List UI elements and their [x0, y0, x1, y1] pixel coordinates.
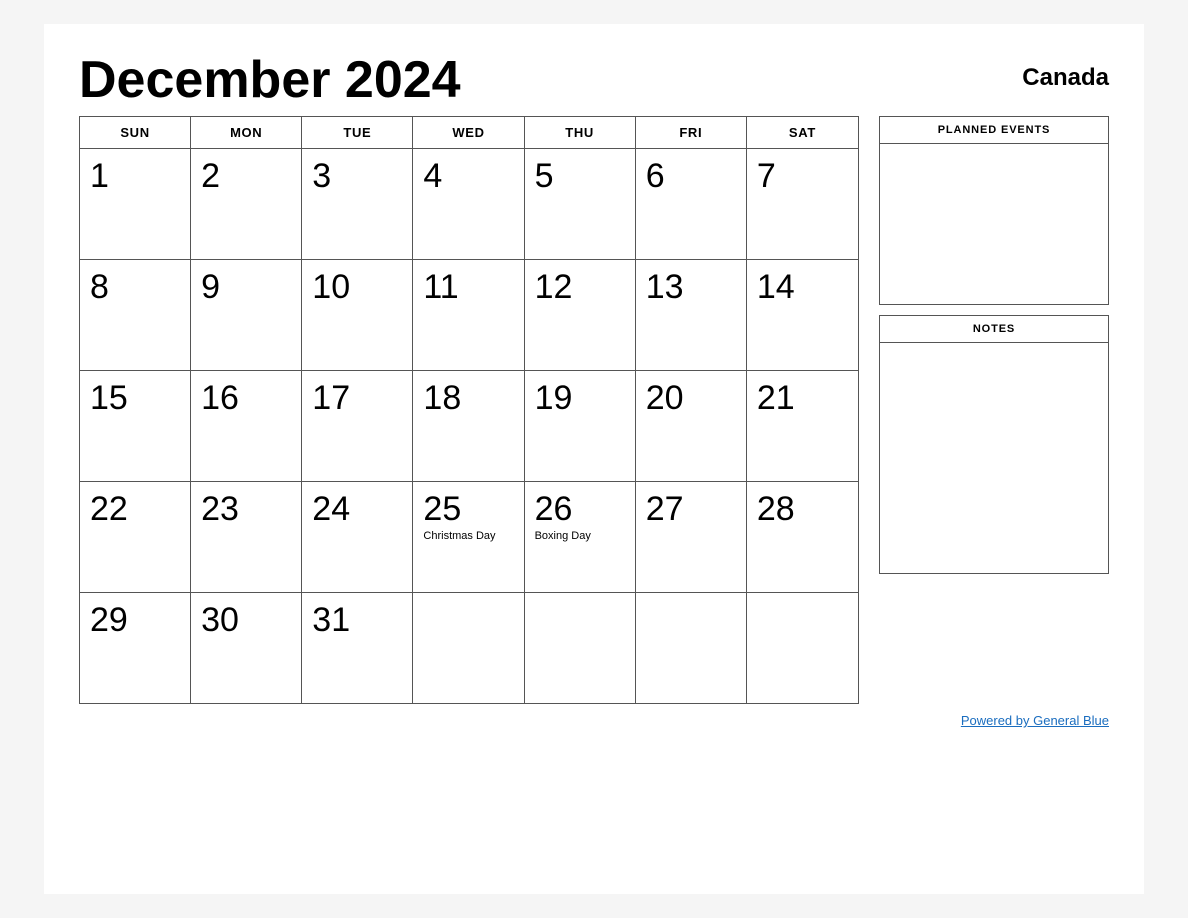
main-layout: SUNMONTUEWEDTHUFRISAT 123456789101112131…	[79, 116, 1109, 704]
day-number: 23	[201, 492, 293, 526]
day-number: 20	[646, 381, 738, 415]
day-cell: 4	[413, 149, 524, 259]
footer: Powered by General Blue	[79, 712, 1109, 730]
day-cell: 10	[302, 260, 413, 370]
day-cell: 18	[413, 371, 524, 481]
day-number: 18	[423, 381, 515, 415]
day-number: 12	[535, 270, 627, 304]
day-number: 26	[535, 492, 627, 526]
week-row-1: 1234567	[80, 149, 858, 260]
day-cell: 17	[302, 371, 413, 481]
day-header-tue: TUE	[302, 117, 413, 148]
day-cell: 23	[191, 482, 302, 592]
day-cell: 8	[80, 260, 191, 370]
day-cell: 26 Boxing Day	[525, 482, 636, 592]
month-title: December 2024	[79, 54, 461, 106]
day-number: 11	[423, 270, 515, 304]
day-cell: 19	[525, 371, 636, 481]
day-cell: 30	[191, 593, 302, 703]
day-header-wed: WED	[413, 117, 524, 148]
holiday-label: Christmas Day	[423, 530, 515, 542]
day-number: 31	[312, 603, 404, 637]
day-cell: 3	[302, 149, 413, 259]
day-header-fri: FRI	[636, 117, 747, 148]
day-number: 10	[312, 270, 404, 304]
day-cell	[747, 593, 858, 703]
day-cell: 28	[747, 482, 858, 592]
sidebar: PLANNED EVENTS NOTES	[879, 116, 1109, 704]
day-number: 5	[535, 159, 627, 193]
day-cell	[413, 593, 524, 703]
day-cell: 11	[413, 260, 524, 370]
day-cell: 5	[525, 149, 636, 259]
notes-title: NOTES	[880, 316, 1108, 343]
day-cell: 21	[747, 371, 858, 481]
day-number: 8	[90, 270, 182, 304]
day-number: 17	[312, 381, 404, 415]
day-number: 9	[201, 270, 293, 304]
calendar-grid: SUNMONTUEWEDTHUFRISAT 123456789101112131…	[79, 116, 859, 704]
day-number: 14	[757, 270, 850, 304]
day-number: 28	[757, 492, 850, 526]
notes-content	[880, 343, 1108, 573]
day-cell: 27	[636, 482, 747, 592]
day-cell: 25 Christmas Day	[413, 482, 524, 592]
day-number: 19	[535, 381, 627, 415]
powered-by-link[interactable]: Powered by General Blue	[961, 713, 1109, 728]
day-number: 29	[90, 603, 182, 637]
week-row-2: 89 10 11 12 13 14	[80, 260, 858, 371]
week-row-3: 15 16 17 18 19 20 21	[80, 371, 858, 482]
day-number: 6	[646, 159, 738, 193]
planned-events-content	[880, 144, 1108, 304]
day-cell: 6	[636, 149, 747, 259]
day-number: 7	[757, 159, 850, 193]
day-number: 15	[90, 381, 182, 415]
day-number: 1	[90, 159, 182, 193]
day-cell: 14	[747, 260, 858, 370]
day-header-sat: SAT	[747, 117, 858, 148]
day-number: 22	[90, 492, 182, 526]
day-cell	[525, 593, 636, 703]
planned-events-title: PLANNED EVENTS	[880, 117, 1108, 144]
day-headers: SUNMONTUEWEDTHUFRISAT	[80, 117, 858, 149]
day-cell: 16	[191, 371, 302, 481]
day-number: 21	[757, 381, 850, 415]
week-row-5: 29 30 31	[80, 593, 858, 703]
day-number: 16	[201, 381, 293, 415]
day-cell: 24	[302, 482, 413, 592]
day-cell: 12	[525, 260, 636, 370]
day-cell: 15	[80, 371, 191, 481]
country-title: Canada	[1022, 64, 1109, 92]
week-row-4: 22 23 24 25 Christmas Day 26 Boxing Day 27 28	[80, 482, 858, 593]
day-number: 27	[646, 492, 738, 526]
day-number: 25	[423, 492, 515, 526]
day-number: 4	[423, 159, 515, 193]
day-cell: 13	[636, 260, 747, 370]
day-cell: 29	[80, 593, 191, 703]
day-cell: 22	[80, 482, 191, 592]
calendar-page: December 2024 Canada SUNMONTUEWEDTHUFRIS…	[44, 24, 1144, 894]
day-cell: 9	[191, 260, 302, 370]
header: December 2024 Canada	[79, 54, 1109, 106]
planned-events-box: PLANNED EVENTS	[879, 116, 1109, 305]
day-number: 2	[201, 159, 293, 193]
day-header-sun: SUN	[80, 117, 191, 148]
day-header-thu: THU	[525, 117, 636, 148]
day-cell: 20	[636, 371, 747, 481]
day-cell	[636, 593, 747, 703]
calendar-section: SUNMONTUEWEDTHUFRISAT 123456789101112131…	[79, 116, 859, 704]
day-header-mon: MON	[191, 117, 302, 148]
day-number: 30	[201, 603, 293, 637]
day-number: 24	[312, 492, 404, 526]
day-cell: 1	[80, 149, 191, 259]
day-cell: 31	[302, 593, 413, 703]
day-cell: 2	[191, 149, 302, 259]
notes-box: NOTES	[879, 315, 1109, 574]
day-cell: 7	[747, 149, 858, 259]
calendar-weeks: 1234567891011121314151617181920212223242…	[80, 149, 858, 703]
holiday-label: Boxing Day	[535, 530, 627, 542]
day-number: 13	[646, 270, 738, 304]
day-number: 3	[312, 159, 404, 193]
